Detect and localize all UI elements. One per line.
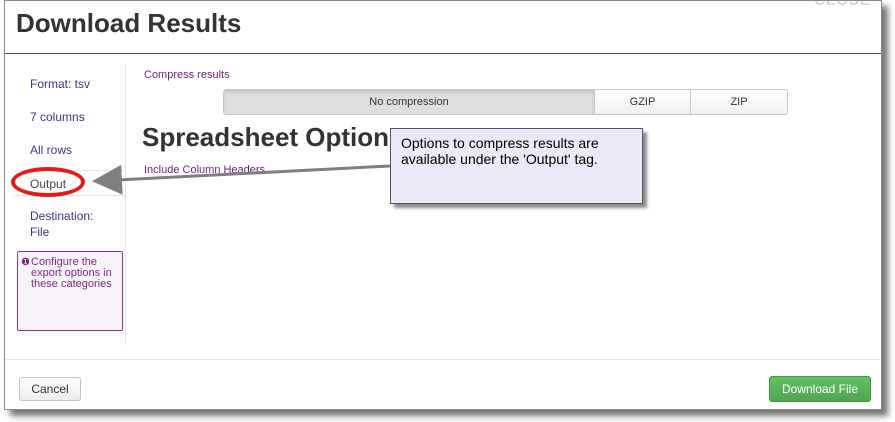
option-zip[interactable]: ZIP <box>691 90 787 114</box>
close-button[interactable]: CLOSE <box>814 1 871 9</box>
option-no-compression[interactable]: No compression <box>224 90 595 114</box>
sidebar-item-destination[interactable]: Destination: File <box>13 206 113 242</box>
download-file-button[interactable]: Download File <box>769 376 871 402</box>
dialog-header: Download Results CLOSE <box>5 1 881 54</box>
annotation-arrow <box>92 164 391 195</box>
info-box: ❶ Configure the export options in these … <box>17 251 123 331</box>
category-sidebar: Format: tsv 7 columns All rows Output De… <box>13 65 126 345</box>
compress-results-label: Compress results <box>144 69 230 81</box>
compression-selector: No compression GZIP ZIP <box>223 89 788 115</box>
sidebar-item-columns[interactable]: 7 columns <box>13 104 125 130</box>
sidebar-item-format[interactable]: Format: tsv <box>13 71 125 97</box>
info-text: Configure the export options in these ca… <box>31 256 112 290</box>
section-heading: Spreadsheet Options <box>142 122 404 152</box>
cancel-button[interactable]: Cancel <box>19 377 81 401</box>
download-results-dialog: Download Results CLOSE Format: tsv 7 col… <box>4 0 882 410</box>
option-gzip[interactable]: GZIP <box>595 90 691 114</box>
dialog-footer: Cancel Download File <box>5 359 881 409</box>
info-icon: ❶ <box>21 257 30 268</box>
output-highlight-oval <box>11 167 85 197</box>
dialog-title: Download Results <box>16 8 242 38</box>
include-column-headers-label[interactable]: Include Column Headers <box>144 164 265 176</box>
sidebar-item-rows[interactable]: All rows <box>13 137 125 163</box>
annotation-callout: Options to compress results are availabl… <box>390 128 643 204</box>
